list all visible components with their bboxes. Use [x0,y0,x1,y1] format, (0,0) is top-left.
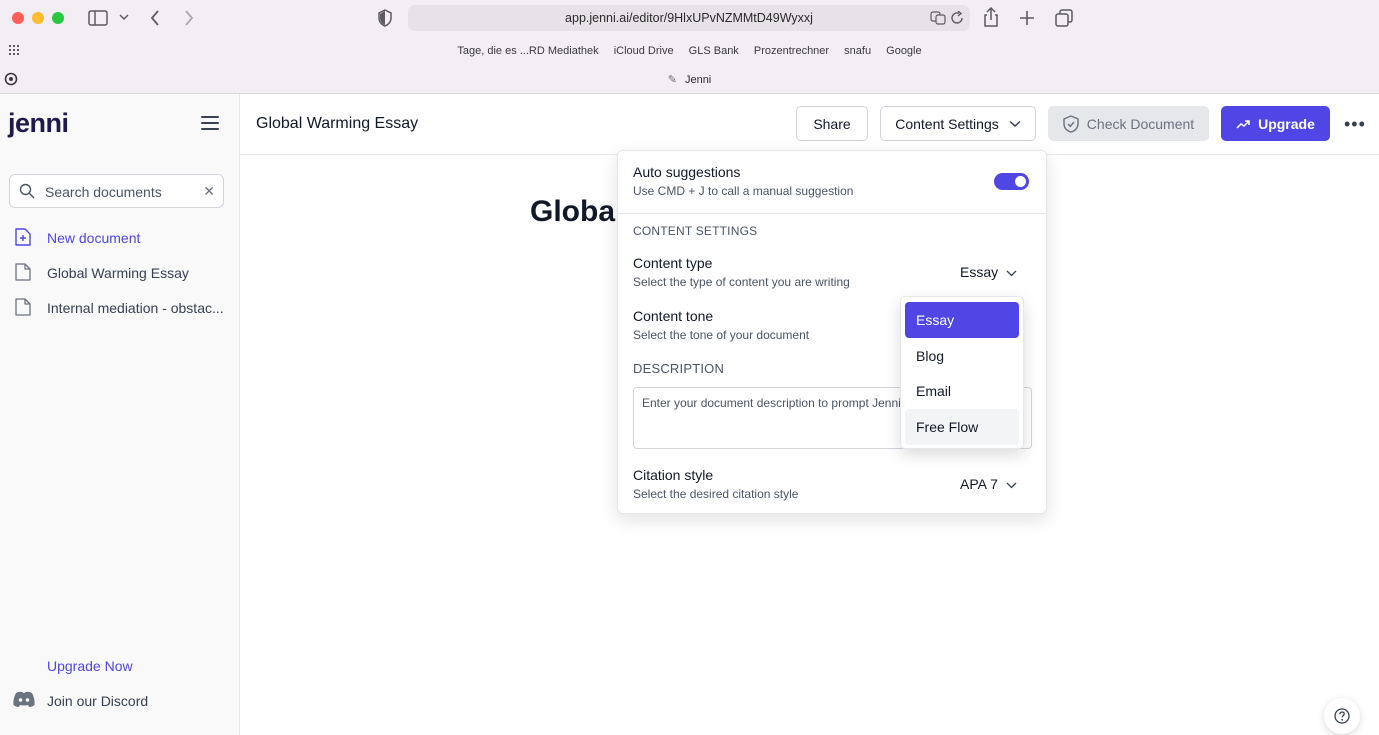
document-label: Internal mediation - obstac... [47,300,224,316]
content-tone-subtitle: Select the tone of your document [633,328,810,342]
chevron-down-icon [1006,270,1017,277]
content-type-select[interactable]: Essay [960,264,1017,280]
dropdown-option-email[interactable]: Email [905,373,1019,409]
chevron-down-icon [1009,120,1021,127]
dropdown-option-blog[interactable]: Blog [905,338,1019,374]
sidebar-toggle-icon[interactable] [88,10,108,26]
description-placeholder: Enter your document description to promp… [642,396,901,410]
new-tab-icon[interactable] [1019,10,1035,26]
bookmark-item[interactable]: snafu [844,45,871,57]
bookmark-item[interactable]: Tage, die es ...RD Mediathek [457,45,598,57]
content-settings-heading: CONTENT SETTINGS [633,224,758,238]
content-type-dropdown: Essay Blog Email Free Flow [900,296,1024,449]
chevron-down-icon [1006,482,1017,489]
auto-suggestions-subtitle: Use CMD + J to call a manual suggestion [633,184,854,198]
discord-icon [13,691,35,707]
translate-icon[interactable] [930,11,946,25]
maximize-window-button[interactable] [52,12,64,24]
tab-title: Jenni [684,74,712,86]
search-icon [19,183,35,199]
discord-link[interactable]: Join our Discord [12,690,148,711]
search-placeholder: Search documents [45,184,162,200]
shield-check-icon [1063,114,1079,133]
bookmark-item[interactable]: Google [886,45,921,57]
help-button[interactable] [1324,698,1360,734]
share-button[interactable]: Share [796,106,868,141]
reload-icon[interactable] [951,11,964,25]
bookmark-item[interactable]: iCloud Drive [614,45,674,57]
close-window-button[interactable] [12,12,24,24]
auto-suggestions-title: Auto suggestions [633,164,741,180]
new-document-button[interactable]: New document [14,226,234,250]
content-type-subtitle: Select the type of content you are writi… [633,275,850,289]
citation-style-title: Citation style [633,467,714,483]
bookmarks-bar: Tage, die es ...RD Mediathek iCloud Driv… [0,45,1379,57]
document-heading[interactable]: Globa [530,195,615,229]
upgrade-label: Upgrade [1258,115,1315,132]
divider [618,213,1046,214]
content-settings-label: Content Settings [895,115,999,132]
help-icon [1334,708,1350,724]
trending-up-icon [1236,119,1250,129]
menu-icon[interactable] [201,116,219,130]
clear-search-icon[interactable]: ✕ [203,183,215,200]
dropdown-option-free-flow[interactable]: Free Flow [905,409,1019,445]
share-label: Share [813,115,851,132]
new-document-label: New document [47,230,141,246]
edit-pencil-icon: ✎ [667,74,677,86]
address-bar[interactable]: app.jenni.ai/editor/9HlxUPvNZMMtD49Wyxxj [408,5,970,31]
auto-suggestions-toggle[interactable] [994,173,1029,190]
check-document-button[interactable]: Check Document [1048,106,1209,141]
chevron-down-icon[interactable] [119,14,129,22]
upgrade-now-link[interactable]: Upgrade Now [47,658,133,674]
content-tone-title: Content tone [633,308,714,324]
new-document-icon [15,228,31,246]
bookmark-item[interactable]: GLS Bank [689,45,739,57]
content-type-title: Content type [633,255,713,271]
share-icon[interactable] [983,7,999,27]
discord-label: Join our Discord [47,693,149,709]
sidebar-document-item[interactable]: Global Warming Essay [14,261,234,285]
privacy-shield-icon[interactable] [377,9,393,27]
citation-style-select[interactable]: APA 7 [960,476,1017,492]
citation-style-value: APA 7 [960,476,998,492]
document-icon [15,263,31,281]
browser-chrome: app.jenni.ai/editor/9HlxUPvNZMMtD49Wyxxj… [0,0,1379,94]
document-label: Global Warming Essay [47,265,189,281]
back-icon[interactable] [150,10,160,26]
url-text: app.jenni.ai/editor/9HlxUPvNZMMtD49Wyxxj [565,11,813,25]
editor-topbar: Global Warming Essay Share Content Setti… [240,94,1379,155]
more-options-icon[interactable]: ••• [1344,114,1366,135]
forward-icon[interactable] [184,10,194,26]
tab-overview-icon[interactable] [1055,9,1073,27]
content-type-value: Essay [960,264,999,280]
document-title[interactable]: Global Warming Essay [256,115,418,133]
document-icon [15,298,31,316]
upgrade-button[interactable]: Upgrade [1221,106,1330,141]
sidebar: jenni Search documents ✕ New document Gl… [0,94,240,735]
dropdown-option-essay[interactable]: Essay [905,302,1019,338]
bookmark-item[interactable]: Prozentrechner [754,45,829,57]
minimize-window-button[interactable] [32,12,44,24]
citation-style-subtitle: Select the desired citation style [633,487,799,501]
search-input[interactable]: Search documents ✕ [9,174,224,208]
jenni-logo[interactable]: jenni [8,108,69,139]
sidebar-document-item[interactable]: Internal mediation - obstac... [14,296,234,320]
description-heading: DESCRIPTION [633,361,725,376]
active-tab[interactable]: ✎ Jenni [0,73,1379,86]
content-settings-button[interactable]: Content Settings [880,106,1036,141]
check-document-label: Check Document [1086,115,1195,132]
